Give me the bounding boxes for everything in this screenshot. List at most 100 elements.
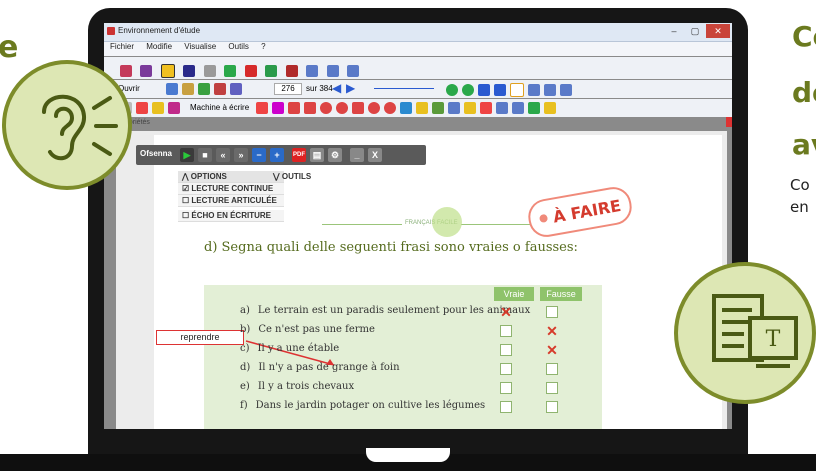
menu-fichier[interactable]: Fichier: [110, 42, 134, 51]
row-text: Il y a trois chevaux: [257, 381, 355, 392]
tool-window3-icon[interactable]: [346, 64, 359, 77]
checkbox-fausse[interactable]: ✕: [546, 343, 558, 357]
laptop-notch: [366, 448, 450, 462]
checkbox-vraie[interactable]: [500, 325, 512, 337]
checkbox-fausse[interactable]: ✕: [546, 324, 558, 338]
document-typing-icon: T: [712, 294, 798, 368]
row-text: Il y a une étable: [257, 343, 340, 354]
toolbar-annotation: Machine à écrire: [104, 99, 732, 117]
svg-text:T: T: [766, 327, 781, 352]
option-lecture-continue[interactable]: ☑ LECTURE CONTINUE: [178, 183, 284, 195]
menu-visualise[interactable]: Visualise: [184, 42, 216, 51]
checkbox-fausse[interactable]: [546, 306, 558, 318]
row-letter: f): [240, 400, 248, 411]
ear-circle: [2, 60, 132, 190]
stop-button[interactable]: ■: [198, 148, 212, 162]
menu-modifie[interactable]: Modifie: [146, 42, 172, 51]
outils-toggle[interactable]: ⋁ OUTILS: [273, 172, 311, 181]
side-title-line-2: de: [792, 76, 816, 109]
tool-pin-icon[interactable]: [244, 64, 257, 77]
reading-toolbar: Ofsenna ▶ ■ « » − + PDF ▤ ⚙ _ X: [136, 145, 426, 165]
checkbox-vraie[interactable]: [500, 344, 512, 356]
option-lecture-articulee[interactable]: ☐ LECTURE ARTICULÉE: [178, 195, 284, 207]
pdf-button[interactable]: PDF: [292, 148, 306, 162]
toolbar-secondary: Ouvrir 276 sur 384 ◀ ▶: [104, 80, 732, 98]
minimize-toolbar-button[interactable]: _: [350, 148, 364, 162]
tool-sound-icon[interactable]: [203, 64, 216, 77]
page-total: sur 384: [306, 84, 333, 93]
tool-window2-icon[interactable]: [326, 64, 339, 77]
section-logo: [432, 207, 462, 237]
row-text: Dans le jardin potager on cultive les lé…: [255, 400, 486, 411]
menu-outils[interactable]: Outils: [228, 42, 248, 51]
tool-window-icon[interactable]: [306, 64, 319, 77]
exercise-row: a) Le terrain est un paradis seulement po…: [240, 305, 530, 316]
typewriter-button[interactable]: Machine à écrire: [190, 103, 249, 112]
close-toolbar-button[interactable]: X: [368, 148, 382, 162]
exercise-row: d) Il n'y a pas de grange à foin: [240, 362, 400, 373]
typing-circle: T: [674, 262, 816, 404]
checkbox-vraie[interactable]: [500, 401, 512, 413]
menu-bar: Fichier Modifie Visualise Outils ?: [104, 42, 732, 56]
checkbox-fausse[interactable]: [546, 401, 558, 413]
side-subtext-line-1: Co: [790, 176, 810, 194]
checkbox-vraie[interactable]: ✕: [500, 305, 512, 319]
play-button[interactable]: ▶: [180, 148, 194, 162]
exercise-row: b) Ce n'est pas une ferme: [240, 324, 375, 335]
speed-up-button[interactable]: +: [270, 148, 284, 162]
maximize-button[interactable]: ▢: [685, 24, 705, 38]
options-panel: ⋀ OPTIONS ⋁ OUTILS ☑ LECTURE CONTINUE ☐ …: [178, 171, 311, 222]
checkbox-fausse[interactable]: [546, 382, 558, 394]
reading-toolbar-logo: Ofsenna: [140, 149, 173, 158]
row-letter: c): [240, 343, 250, 354]
zoom-input[interactable]: 276: [274, 83, 302, 95]
side-text-left: e: [0, 30, 19, 65]
side-title-line-3: av: [792, 128, 816, 161]
gear-icon[interactable]: ⚙: [328, 148, 342, 162]
row-text: Ce n'est pas une ferme: [258, 324, 375, 335]
row-letter: d): [240, 362, 251, 373]
app-icon: [107, 27, 115, 35]
row-text: Il n'y a pas de grange à foin: [258, 362, 400, 373]
row-letter: a): [240, 305, 250, 316]
window-title: Environnement d'étude: [118, 26, 201, 35]
row-letter: b): [240, 324, 251, 335]
options-toggle[interactable]: ⋀ OPTIONS: [182, 172, 227, 181]
row-text: Le terrain est un paradis seulement pour…: [257, 305, 531, 316]
document-icon[interactable]: ▤: [310, 148, 324, 162]
side-title-line-1: Co: [792, 20, 816, 53]
window-titlebar: Environnement d'étude – ▢ ✕: [104, 23, 732, 42]
zoom-slider[interactable]: [374, 88, 434, 89]
option-echo-ecriture[interactable]: ☐ ÉCHO EN ÉCRITURE: [178, 210, 284, 222]
exercise-row: e) Il y a trois chevaux: [240, 381, 354, 392]
prev-page-button[interactable]: ◀: [332, 81, 341, 95]
tool-marker-icon[interactable]: [285, 64, 298, 77]
tool-text-icon[interactable]: [224, 64, 237, 77]
speed-down-button[interactable]: −: [252, 148, 266, 162]
header-vraie: Vraie: [494, 287, 534, 301]
tool-page-icon[interactable]: [160, 63, 175, 78]
exercise-row: f) Dans le jardin potager on cultive les …: [240, 400, 485, 411]
tool-home-icon[interactable]: [265, 64, 278, 77]
toolbar-primary: [104, 57, 732, 79]
header-fausse: Fausse: [540, 287, 582, 301]
minimize-button[interactable]: –: [664, 24, 684, 38]
checkbox-vraie[interactable]: [500, 382, 512, 394]
close-window-button[interactable]: ✕: [706, 24, 730, 38]
forward-button[interactable]: »: [234, 148, 248, 162]
app-window: Environnement d'étude – ▢ ✕ Fichier Modi…: [104, 23, 732, 429]
ear-sound-icon: [42, 94, 118, 161]
a-faire-text: À FAIRE: [551, 195, 623, 227]
checkbox-fausse[interactable]: [546, 363, 558, 375]
rewind-button[interactable]: «: [216, 148, 230, 162]
next-page-button[interactable]: ▶: [346, 81, 355, 95]
exercise-row: c) Il y a une étable: [240, 343, 339, 354]
exercise-heading: d) Segna quali delle seguenti frasi sono…: [204, 240, 578, 255]
side-subtext-line-2: en: [790, 198, 809, 216]
menu-help[interactable]: ?: [261, 42, 265, 51]
reprendre-note[interactable]: reprendre: [156, 330, 244, 345]
row-letter: e): [240, 381, 250, 392]
tool-settings-icon[interactable]: [183, 64, 196, 77]
tool-book-icon[interactable]: [140, 64, 153, 77]
checkbox-vraie[interactable]: [500, 363, 512, 375]
